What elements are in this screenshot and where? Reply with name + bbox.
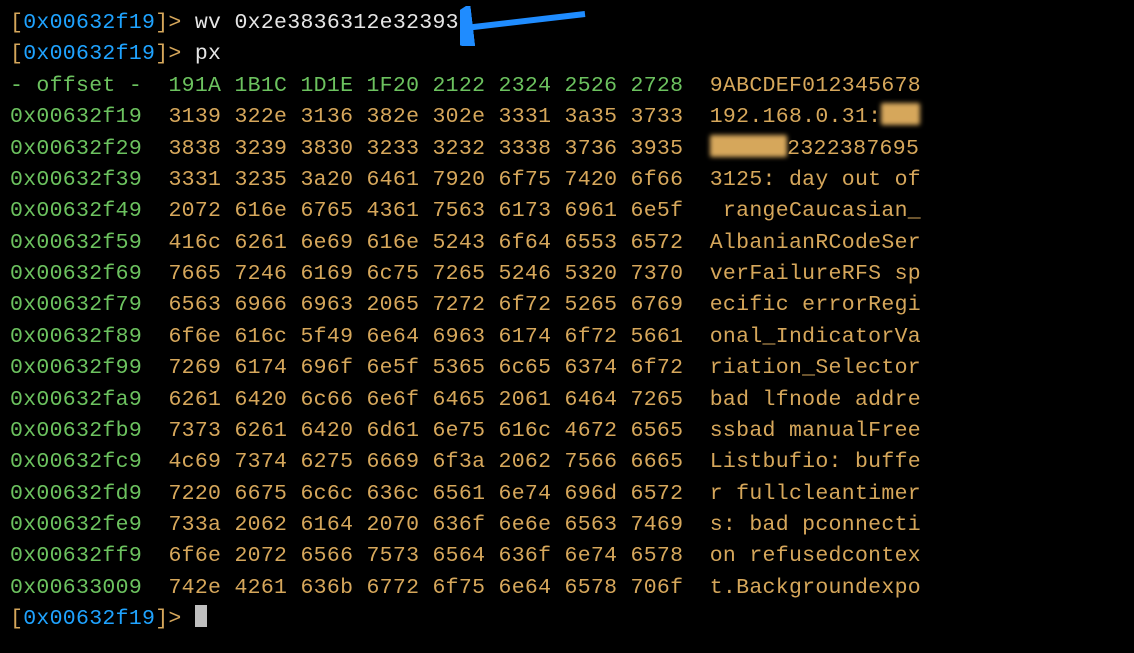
hexdump-row: 0x00632fb9 7373 6261 6420 6d61 6e75 616c… [10, 416, 1124, 447]
row-hex: 7665 7246 6169 6c75 7265 5246 5320 7370 [168, 262, 683, 286]
row-ascii: ssbad manualFree [710, 419, 921, 443]
hexdump-row: 0x00632f29 3838 3239 3830 3233 3232 3338… [10, 134, 1124, 165]
row-offset: 0x00633009 [10, 576, 142, 600]
row-ascii: onal_IndicatorVa [710, 325, 921, 349]
row-ascii: 2322387695 [787, 137, 919, 161]
row-offset: 0x00632f19 [10, 105, 142, 129]
row-offset: 0x00632f69 [10, 262, 142, 286]
hexdump-row: 0x00632fd9 7220 6675 6c6c 636c 6561 6e74… [10, 479, 1124, 510]
row-ascii: ecific errorRegi [710, 293, 921, 317]
row-offset: 0x00632f99 [10, 356, 142, 380]
row-ascii: on refusedcontex [710, 544, 921, 568]
row-hex: 6261 6420 6c66 6e6f 6465 2061 6464 7265 [168, 388, 683, 412]
prompt-line-active[interactable]: [0x00632f19]> [10, 604, 1124, 635]
row-ascii: bad lfnode addre [710, 388, 921, 412]
row-offset: 0x00632ff9 [10, 544, 142, 568]
hexdump-row: 0x00633009 742e 4261 636b 6772 6f75 6e64… [10, 573, 1124, 604]
row-hex: 3838 3239 3830 3233 3232 3338 3736 3935 [168, 137, 683, 161]
command-wv: wv [195, 11, 221, 35]
columns-header: 191A 1B1C 1D1E 1F20 2122 2324 2526 2728 [168, 74, 683, 98]
hexdump-row: 0x00632f39 3331 3235 3a20 6461 7920 6f75… [10, 165, 1124, 196]
row-hex: 4c69 7374 6275 6669 6f3a 2062 7566 6665 [168, 450, 683, 474]
hexdump-row: 0x00632f49 2072 616e 6765 4361 7563 6173… [10, 196, 1124, 227]
row-hex: 733a 2062 6164 2070 636f 6e6e 6563 7469 [168, 513, 683, 537]
ascii-header: 9ABCDEF012345678 [710, 74, 921, 98]
row-ascii: 3125: day out of [710, 168, 921, 192]
hexdump-row: 0x00632f19 3139 322e 3136 382e 302e 3331… [10, 102, 1124, 133]
redacted-block [710, 135, 787, 157]
row-offset: 0x00632f59 [10, 231, 142, 255]
row-hex: 7373 6261 6420 6d61 6e75 616c 4672 6565 [168, 419, 683, 443]
offset-header: - offset - [10, 74, 142, 98]
row-offset: 0x00632f29 [10, 137, 142, 161]
hexdump-row: 0x00632f59 416c 6261 6e69 616e 5243 6f64… [10, 228, 1124, 259]
cursor-icon [195, 605, 207, 627]
prompt-address: 0x00632f19 [23, 11, 155, 35]
row-offset: 0x00632fa9 [10, 388, 142, 412]
row-offset: 0x00632fc9 [10, 450, 142, 474]
hexdump-row: 0x00632fc9 4c69 7374 6275 6669 6f3a 2062… [10, 447, 1124, 478]
hexdump-rows: 0x00632f19 3139 322e 3136 382e 302e 3331… [10, 102, 1124, 604]
row-hex: 7220 6675 6c6c 636c 6561 6e74 696d 6572 [168, 482, 683, 506]
hexdump-row: 0x00632f99 7269 6174 696f 6e5f 5365 6c65… [10, 353, 1124, 384]
command-px: px [195, 42, 221, 66]
row-offset: 0x00632f89 [10, 325, 142, 349]
hexdump-header: - offset - 191A 1B1C 1D1E 1F20 2122 2324… [10, 71, 1124, 102]
prompt-bracket-close: ]> [155, 11, 195, 35]
row-hex: 416c 6261 6e69 616e 5243 6f64 6553 6572 [168, 231, 683, 255]
row-ascii: AlbanianRCodeSer [710, 231, 921, 255]
row-offset: 0x00632fe9 [10, 513, 142, 537]
row-offset: 0x00632f39 [10, 168, 142, 192]
hexdump-row: 0x00632ff9 6f6e 2072 6566 7573 6564 636f… [10, 541, 1124, 572]
row-ascii: Listbufio: buffe [710, 450, 921, 474]
row-hex: 6f6e 2072 6566 7573 6564 636f 6e74 6578 [168, 544, 683, 568]
row-hex: 3331 3235 3a20 6461 7920 6f75 7420 6f66 [168, 168, 683, 192]
row-ascii: t.Backgroundexpo [710, 576, 921, 600]
row-offset: 0x00632f49 [10, 199, 142, 223]
prompt-line-px: [0x00632f19]> px [10, 39, 1124, 70]
prompt-bracket-open: [ [10, 11, 23, 35]
prompt-line-wv: [0x00632f19]> wv 0x2e3836312e323931 [10, 8, 1124, 39]
hexdump-row: 0x00632f69 7665 7246 6169 6c75 7265 5246… [10, 259, 1124, 290]
row-hex: 742e 4261 636b 6772 6f75 6e64 6578 706f [168, 576, 683, 600]
row-offset: 0x00632f79 [10, 293, 142, 317]
hexdump-row: 0x00632f89 6f6e 616c 5f49 6e64 6963 6174… [10, 322, 1124, 353]
row-hex: 3139 322e 3136 382e 302e 3331 3a35 3733 [168, 105, 683, 129]
terminal-window[interactable]: [0x00632f19]> wv 0x2e3836312e323931 [0x0… [0, 0, 1134, 653]
row-hex: 6563 6966 6963 2065 7272 6f72 5265 6769 [168, 293, 683, 317]
row-ascii: 192.168.0.31: [710, 105, 882, 129]
row-ascii: verFailureRFS sp [710, 262, 921, 286]
row-offset: 0x00632fb9 [10, 419, 142, 443]
redacted-block [881, 103, 920, 125]
row-hex: 2072 616e 6765 4361 7563 6173 6961 6e5f [168, 199, 683, 223]
hexdump-row: 0x00632fe9 733a 2062 6164 2070 636f 6e6e… [10, 510, 1124, 541]
hexdump-row: 0x00632fa9 6261 6420 6c66 6e6f 6465 2061… [10, 385, 1124, 416]
row-offset: 0x00632fd9 [10, 482, 142, 506]
hexdump-row: 0x00632f79 6563 6966 6963 2065 7272 6f72… [10, 290, 1124, 321]
row-ascii: riation_Selector [710, 356, 921, 380]
row-ascii: r fullcleantimer [710, 482, 921, 506]
command-wv-arg: 0x2e3836312e323931 [234, 11, 472, 35]
row-ascii: s: bad pconnecti [710, 513, 921, 537]
row-hex: 7269 6174 696f 6e5f 5365 6c65 6374 6f72 [168, 356, 683, 380]
row-ascii: rangeCaucasian_ [710, 199, 921, 223]
row-hex: 6f6e 616c 5f49 6e64 6963 6174 6f72 5661 [168, 325, 683, 349]
